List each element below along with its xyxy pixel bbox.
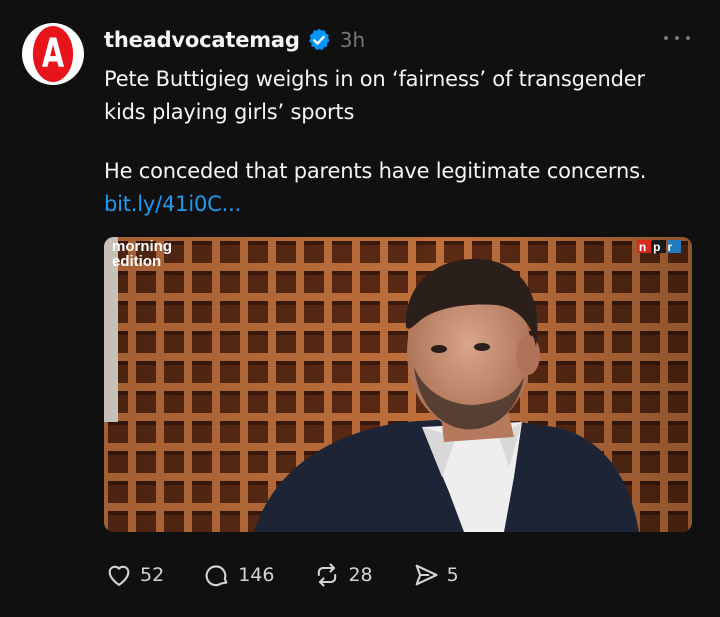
- avatar[interactable]: A: [22, 23, 84, 85]
- npr-logo: npr: [639, 240, 679, 254]
- media-show-logo-line2: edition: [112, 253, 161, 270]
- post-link[interactable]: bit.ly/41i0C...: [104, 192, 241, 216]
- post-body: He conceded that parents have legitimate…: [104, 155, 684, 221]
- repost-icon: [312, 561, 342, 589]
- reply-button[interactable]: 146: [202, 561, 274, 589]
- more-dot: [675, 36, 679, 40]
- post-body-text: He conceded that parents have legitimate…: [104, 159, 647, 183]
- more-dot: [686, 36, 690, 40]
- avatar-letter: A: [32, 26, 74, 82]
- post-header: theadvocatemag 3h: [104, 25, 365, 55]
- share-button[interactable]: 5: [411, 561, 459, 589]
- post-headline: Pete Buttigieg weighs in on ‘fairness’ o…: [104, 67, 645, 124]
- reply-count: 146: [238, 564, 275, 586]
- post-media-image[interactable]: morning edition npr: [104, 237, 692, 532]
- share-count: 5: [446, 564, 459, 586]
- comment-bubble-icon: [202, 561, 232, 589]
- send-icon: [411, 561, 441, 589]
- heart-icon: [104, 561, 134, 589]
- repost-button[interactable]: 28: [312, 561, 373, 589]
- verified-badge-icon: [306, 27, 332, 53]
- like-count: 52: [140, 564, 165, 586]
- like-button[interactable]: 52: [104, 561, 164, 589]
- post-timestamp: 3h: [339, 28, 366, 52]
- action-bar: 52 146 28 5: [104, 558, 497, 592]
- repost-count: 28: [348, 564, 373, 586]
- more-options-icon[interactable]: [664, 28, 690, 48]
- more-dot: [664, 36, 668, 40]
- username[interactable]: theadvocatemag: [104, 28, 300, 52]
- media-photo: morning edition npr: [104, 237, 692, 532]
